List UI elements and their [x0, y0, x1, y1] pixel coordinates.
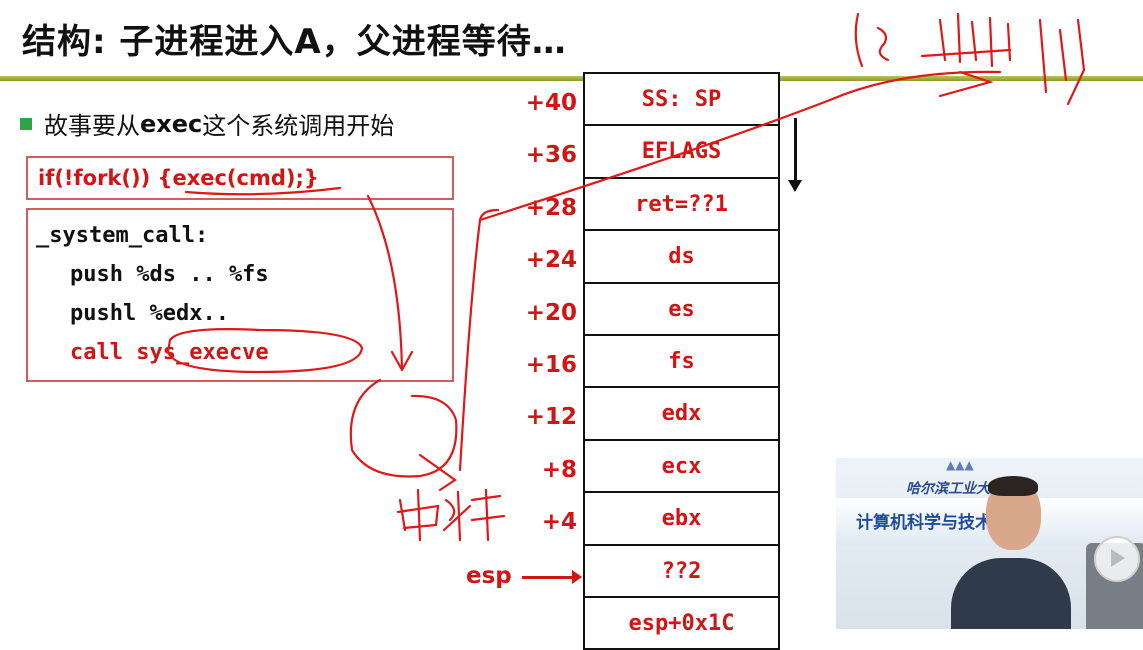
- play-icon[interactable]: [1094, 536, 1140, 582]
- title-divider-left: [0, 76, 585, 81]
- ink-path: [458, 208, 500, 472]
- code-line-4: call sys_execve: [70, 340, 269, 365]
- bullet-bold: exec: [140, 109, 203, 138]
- stack-offsets: +40 +36 +28 +24 +20 +16 +12 +8 +4: [505, 76, 577, 548]
- code-line-1: _system_call:: [36, 223, 209, 248]
- bullet-prefix: 故事要从: [44, 112, 140, 140]
- offset-label: +16: [525, 351, 577, 378]
- fork-code-box: if(!fork()) {exec(cmd);}: [26, 156, 454, 200]
- stack-cell: ds: [583, 231, 780, 284]
- stack-cell: ebx: [583, 493, 780, 546]
- offset-label: +36: [525, 142, 577, 169]
- kernel-stack: SS: SP EFLAGS ret=??1 ds es fs edx ecx e…: [583, 72, 780, 650]
- stack-cell: EFLAGS: [583, 126, 780, 179]
- presenter-body: [951, 558, 1071, 629]
- presenter-video[interactable]: ▲▲▲ 哈尔滨工业大学 计算机科学与技术学院: [836, 458, 1143, 629]
- arrow-down-icon: [788, 118, 802, 192]
- offset-label: +24: [525, 247, 577, 274]
- ink-loop: [349, 378, 458, 478]
- offset-label: +20: [525, 299, 577, 326]
- code-line-3: pushl %edx..: [70, 301, 229, 326]
- stack-cell: ecx: [583, 440, 780, 494]
- stack-cell: edx: [583, 388, 780, 441]
- stack-cell: esp+0x1C: [583, 597, 780, 650]
- offset-label: +40: [525, 90, 577, 116]
- title-divider-right: [780, 76, 1143, 81]
- bullet-point: 故事要从 exec 这个系统调用开始: [20, 106, 394, 141]
- stack-cell: es: [583, 283, 780, 336]
- bullet-suffix: 这个系统调用开始: [202, 112, 395, 140]
- stack-cell: SS: SP: [583, 74, 780, 127]
- offset-label: +8: [541, 456, 577, 483]
- bullet-square-icon: [20, 117, 32, 130]
- offset-label: +12: [525, 404, 577, 431]
- esp-arrow-icon: [522, 570, 582, 584]
- system-call-code-box: _system_call: push %ds .. %fs pushl %edx…: [26, 208, 454, 382]
- stack-cell: fs: [583, 335, 780, 389]
- offset-label: +28: [525, 194, 577, 221]
- university-logo-icon: ▲▲▲: [946, 458, 974, 472]
- ink-text-zhong: [396, 488, 440, 542]
- code-line-2: push %ds .. %fs: [70, 262, 269, 287]
- ink-arrow-tip: [418, 453, 457, 492]
- stack-cell: ret=??1: [583, 178, 780, 232]
- presenter-hair: [988, 476, 1038, 496]
- offset-label: +4: [541, 509, 577, 536]
- slide-title: 结构: 子进程进入A，父进程等待…: [22, 22, 567, 62]
- stack-cell: ??2: [583, 545, 780, 598]
- ink-text-duan: [442, 488, 506, 542]
- esp-label: esp: [466, 563, 512, 589]
